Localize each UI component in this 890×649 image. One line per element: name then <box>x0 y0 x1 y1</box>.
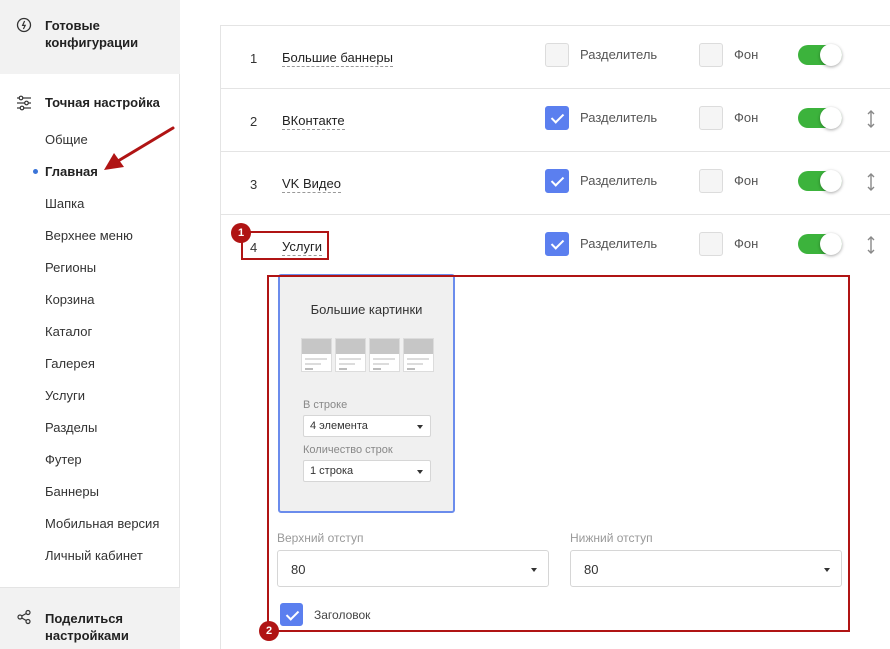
annotation-badge-1: 1 <box>231 223 251 243</box>
background-label: Фон <box>734 236 759 251</box>
sidebar-item-header[interactable]: Шапка <box>45 196 84 212</box>
background-checkbox[interactable] <box>699 106 723 130</box>
sidebar: Готовые конфигурации Точная настройка Об… <box>0 0 180 649</box>
row-title-link[interactable]: VK Видео <box>282 176 341 193</box>
ready-configs-label: Готовые конфигурации <box>45 18 139 50</box>
sidebar-item-banners[interactable]: Баннеры <box>45 484 99 500</box>
share-settings-label: Поделиться настройками <box>45 611 129 643</box>
drag-handle-icon[interactable] <box>865 172 877 192</box>
enable-toggle[interactable] <box>798 233 842 255</box>
share-settings-section[interactable]: Поделиться настройками <box>0 587 180 649</box>
divider-label: Разделитель <box>580 47 658 62</box>
sidebar-item-cart[interactable]: Корзина <box>45 292 95 308</box>
row-number: 3 <box>250 177 258 192</box>
sidebar-item-general[interactable]: Общие <box>45 132 88 148</box>
background-label: Фон <box>734 110 759 125</box>
ready-configs-icon <box>16 17 32 33</box>
highlight-box-settings <box>267 275 850 632</box>
active-indicator-dot <box>33 169 38 174</box>
background-checkbox[interactable] <box>699 169 723 193</box>
fine-tuning-label[interactable]: Точная настройка <box>45 95 160 110</box>
row-number: 1 <box>250 51 258 66</box>
sidebar-item-account[interactable]: Личный кабинет <box>45 548 143 564</box>
divider-checkbox[interactable] <box>545 232 569 256</box>
annotation-arrow-icon <box>104 126 175 170</box>
highlight-box-title <box>241 231 329 260</box>
sidebar-item-regions[interactable]: Регионы <box>45 260 96 276</box>
sidebar-item-services[interactable]: Услуги <box>45 388 85 404</box>
sidebar-item-gallery[interactable]: Галерея <box>45 356 95 372</box>
background-checkbox[interactable] <box>699 232 723 256</box>
row-title-link[interactable]: Большие баннеры <box>282 50 393 67</box>
row-number: 2 <box>250 114 258 129</box>
sidebar-item-top-menu[interactable]: Верхнее меню <box>45 228 133 244</box>
drag-handle-icon[interactable] <box>865 109 877 129</box>
row-title-link[interactable]: ВКонтакте <box>282 113 345 130</box>
sidebar-item-mobile[interactable]: Мобильная версия <box>45 516 159 532</box>
table-row: 3 VK Видео Разделитель Фон <box>221 152 890 215</box>
ready-configs-section[interactable]: Готовые конфигурации <box>0 0 180 74</box>
sliders-icon <box>17 95 31 111</box>
sidebar-item-footer[interactable]: Футер <box>45 452 82 468</box>
divider-label: Разделитель <box>580 110 658 125</box>
table-row: 1 Большие баннеры Разделитель Фон <box>221 26 890 89</box>
sidebar-item-sections[interactable]: Разделы <box>45 420 97 436</box>
background-checkbox[interactable] <box>699 43 723 67</box>
sidebar-item-catalog[interactable]: Каталог <box>45 324 92 340</box>
divider-checkbox[interactable] <box>545 43 569 67</box>
enable-toggle[interactable] <box>798 107 842 129</box>
divider-label: Разделитель <box>580 236 658 251</box>
sidebar-item-main[interactable]: Главная <box>45 164 98 180</box>
share-icon <box>17 609 31 625</box>
background-label: Фон <box>734 173 759 188</box>
annotation-badge-2: 2 <box>259 621 279 641</box>
divider-checkbox[interactable] <box>545 106 569 130</box>
enable-toggle[interactable] <box>798 44 842 66</box>
background-label: Фон <box>734 47 759 62</box>
divider-checkbox[interactable] <box>545 169 569 193</box>
table-row: 2 ВКонтакте Разделитель Фон <box>221 89 890 152</box>
drag-handle-icon[interactable] <box>865 235 877 255</box>
enable-toggle[interactable] <box>798 170 842 192</box>
divider-label: Разделитель <box>580 173 658 188</box>
